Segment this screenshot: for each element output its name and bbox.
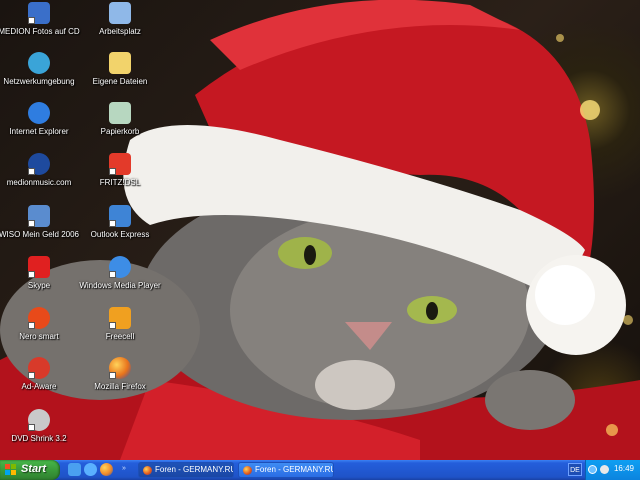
desktop-icon-label: MEDION Fotos auf CD <box>0 27 80 36</box>
media-player-icon <box>109 256 131 278</box>
dvd-shrink-icon <box>28 409 50 431</box>
taskbar: Start » Foren - GERMANY.RU... Foren - GE… <box>0 460 640 480</box>
photo-cd-icon <box>28 2 50 24</box>
internet-explorer-icon[interactable] <box>84 463 97 476</box>
freecell-icon <box>109 307 131 329</box>
desktop-icon-papierkorb[interactable]: Papierkorb <box>79 102 161 152</box>
firefox-icon <box>143 466 152 475</box>
computer-icon <box>109 2 131 24</box>
desktop-icon-ad-aware[interactable]: Ad-Aware <box>0 357 80 407</box>
quick-launch-chevron-icon[interactable]: » <box>122 465 126 472</box>
desktop-icon-nero-smart[interactable]: Nero smart <box>0 307 80 357</box>
wiso-icon <box>28 205 50 227</box>
desktop-icon-arbeitsplatz[interactable]: Arbeitsplatz <box>79 2 161 52</box>
taskbar-button-foren-1[interactable]: Foren - GERMANY.RU... <box>138 462 234 478</box>
desktop-icon-dvd-shrink[interactable]: DVD Shrink 3.2 <box>0 409 80 459</box>
desktop-icon-label: Netzwerkumgebung <box>3 77 75 86</box>
desktop-icon-label: Internet Explorer <box>9 127 69 136</box>
ad-aware-icon <box>28 357 50 379</box>
desktop-icon-label: Ad-Aware <box>21 382 57 391</box>
fritz-icon <box>109 153 131 175</box>
desktop-icon-wiso-mein-geld[interactable]: WISO Mein Geld 2006 <box>0 205 80 255</box>
firefox-icon <box>243 466 252 475</box>
system-tray: 16:49 <box>585 460 640 480</box>
desktop-icon-label: Freecell <box>105 332 135 341</box>
task-label: Foren - GERMANY.RU... <box>155 465 233 474</box>
desktop-icon-label: FRITZ!DSL <box>99 178 141 187</box>
taskbar-button-foren-2[interactable]: Foren - GERMANY.RU... <box>238 462 334 478</box>
show-desktop-icon[interactable] <box>68 463 81 476</box>
desktop-icon-label: Papierkorb <box>100 127 140 136</box>
desktop-icon-skype[interactable]: Skype <box>0 256 80 306</box>
folder-icon <box>109 52 131 74</box>
outlook-icon <box>109 205 131 227</box>
language-indicator[interactable]: DE <box>568 463 582 476</box>
firefox-icon[interactable] <box>100 463 113 476</box>
start-button[interactable]: Start <box>0 460 60 480</box>
desktop-icon-freecell[interactable]: Freecell <box>79 307 161 357</box>
desktop-icon-label: Arbeitsplatz <box>99 27 141 36</box>
desktop-icon-fritz-dsl[interactable]: FRITZ!DSL <box>79 153 161 203</box>
windows-flag-icon <box>5 464 17 476</box>
network-icon <box>28 52 50 74</box>
internet-explorer-icon <box>28 102 50 124</box>
desktop-icon-label: Mozilla Firefox <box>94 382 146 391</box>
clock[interactable]: 16:49 <box>614 464 634 473</box>
desktop-icon-netzwerkumgebung[interactable]: Netzwerkumgebung <box>0 52 80 102</box>
desktop-icon-windows-media-player[interactable]: Windows Media Player <box>79 256 161 306</box>
desktop-icon-internet-explorer[interactable]: Internet Explorer <box>0 102 80 152</box>
start-label: Start <box>21 463 47 475</box>
desktop-icon-label: medionmusic.com <box>6 178 72 187</box>
skype-s-icon <box>28 256 50 278</box>
desktop-icon-medion-fotos[interactable]: MEDION Fotos auf CD <box>0 2 80 52</box>
desktop-icon-outlook-express[interactable]: Outlook Express <box>79 205 161 255</box>
desktop-icon-eigene-dateien[interactable]: Eigene Dateien <box>79 52 161 102</box>
desktop[interactable]: MEDION Fotos auf CD Arbeitsplatz Netzwer… <box>0 0 640 460</box>
firefox-icon <box>109 357 131 379</box>
recycle-bin-icon <box>109 102 131 124</box>
desktop-icon-label: Windows Media Player <box>79 281 161 290</box>
task-label: Foren - GERMANY.RU... <box>255 465 333 474</box>
tray-network-icon[interactable] <box>600 465 609 474</box>
desktop-icon-label: DVD Shrink 3.2 <box>11 434 67 443</box>
tray-expand-icon[interactable] <box>588 465 597 474</box>
desktop-icon-medionmusic[interactable]: medionmusic.com <box>0 153 80 203</box>
desktop-icon-label: Eigene Dateien <box>92 77 148 86</box>
desktop-icon-label: Outlook Express <box>90 230 150 239</box>
desktop-icon-label: WISO Mein Geld 2006 <box>0 230 80 239</box>
desktop-icon-label: Nero smart <box>19 332 59 341</box>
music-icon <box>28 153 50 175</box>
desktop-icon-mozilla-firefox[interactable]: Mozilla Firefox <box>79 357 161 407</box>
desktop-icon-label: Skype <box>27 281 51 290</box>
nero-icon <box>28 307 50 329</box>
